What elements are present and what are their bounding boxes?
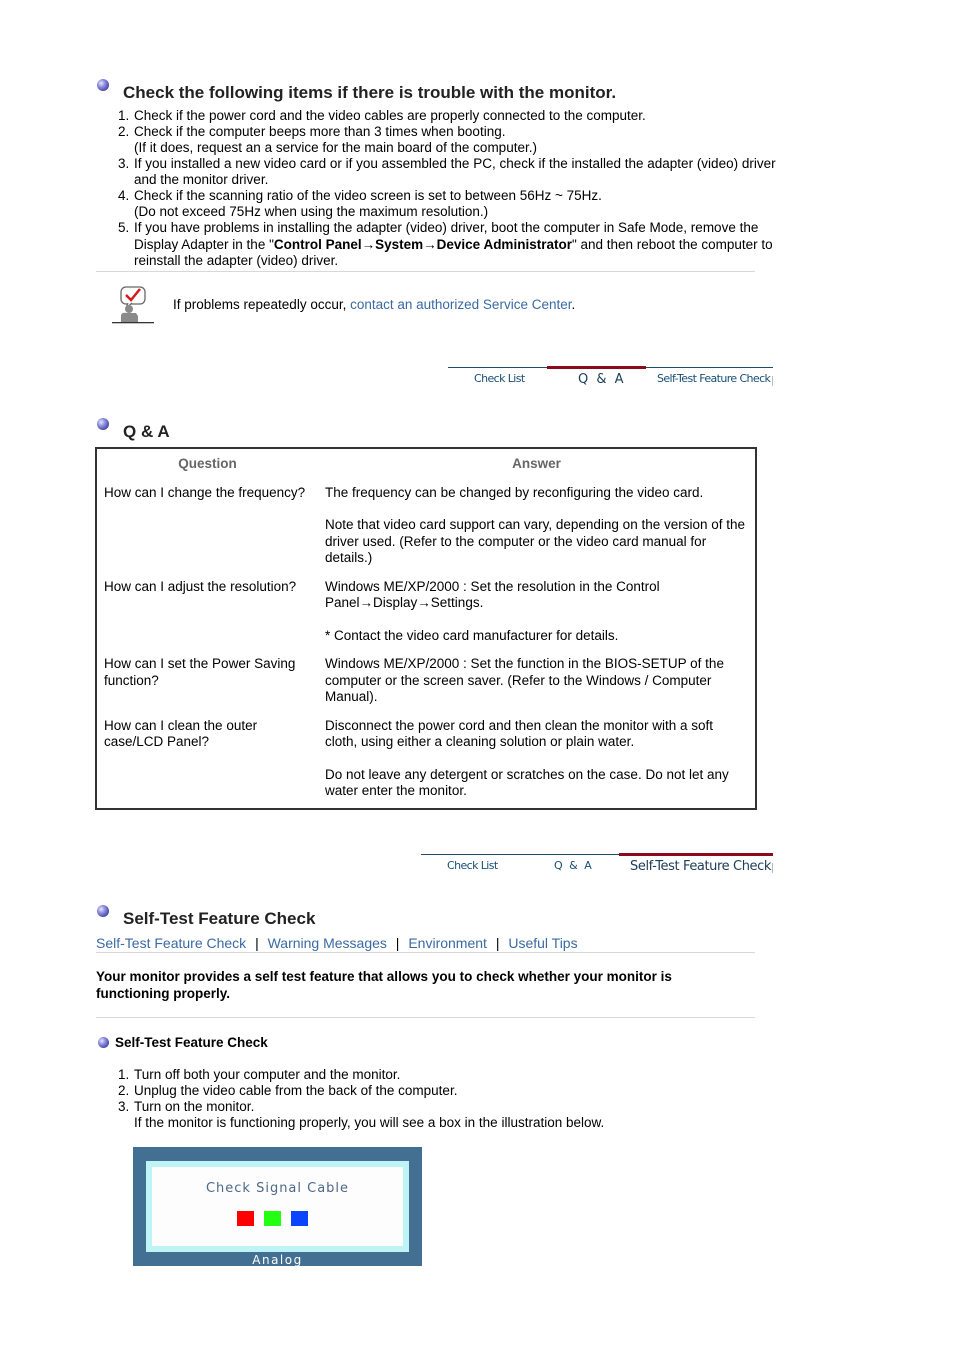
link-warning-messages[interactable]: Warning Messages	[268, 935, 387, 951]
link-separator: |	[495, 935, 500, 951]
selftest-intro: Your monitor provides a self test featur…	[96, 969, 672, 1001]
section-bullet-icon	[97, 79, 109, 91]
green-square	[264, 1211, 281, 1226]
checklist-item: If you installed a new video card or if …	[133, 156, 793, 188]
item-text: Check if the scanning ratio of the video…	[134, 188, 602, 203]
subsection-bullet-icon	[98, 1037, 109, 1048]
selftest-subtitle: Self-Test Feature Check	[115, 1035, 268, 1050]
section-bullet-icon	[97, 905, 109, 917]
service-center-link[interactable]: contact an authorized Service Center	[350, 297, 571, 312]
section-tab-bar: Check List Q & A Self-Test Feature Check	[421, 853, 773, 884]
selftest-steps: Turn off both your computer and the moni…	[96, 1067, 773, 1131]
step-item: Turn off both your computer and the moni…	[133, 1067, 773, 1083]
checklist-item: Check if the computer beeps more than 3 …	[133, 124, 793, 156]
tab-check-list[interactable]: Check List	[447, 859, 498, 872]
item-text: Check if the computer beeps more than 3 …	[134, 124, 506, 139]
question-cell: How can I set the Power Saving function?	[104, 656, 296, 688]
section-tab-bar: Check List Q & A Self-Test Feature Check	[448, 366, 773, 397]
answer-text: Disconnect the power cord and then clean…	[325, 717, 713, 750]
item-text: Check if the power cord and the video ca…	[134, 108, 646, 123]
qa-title: Q & A	[123, 422, 170, 441]
item-note: (Do not exceed 75Hz when using the maxim…	[134, 204, 489, 219]
checklist-item: Check if the power cord and the video ca…	[133, 108, 793, 124]
step-item: Turn on the monitor.If the monitor is fu…	[133, 1099, 773, 1131]
checklist-list: Check if the power cord and the video ca…	[96, 108, 793, 270]
table-row: How can I change the frequency? The freq…	[96, 478, 756, 572]
person-checkmark-icon	[110, 286, 154, 324]
table-row: How can I clean the outer case/LCD Panel…	[96, 711, 756, 809]
divider	[96, 952, 755, 953]
note-text: If problems repeatedly occur,	[173, 297, 351, 312]
monitor-screen: Check Signal Cable	[152, 1167, 403, 1246]
question-cell: How can I clean the outer case/LCD Panel…	[104, 717, 258, 750]
divider	[96, 1017, 755, 1018]
note-suffix: .	[571, 297, 576, 312]
step-text: Turn on the monitor.	[134, 1099, 255, 1114]
checklist-title: Check the following items if there is tr…	[123, 83, 617, 102]
table-row: How can I adjust the resolution? Windows…	[96, 572, 756, 650]
answer-cell: Disconnect the power cord and then clean…	[318, 711, 756, 809]
tab-separator	[772, 863, 773, 873]
answer-text: Windows ME/XP/2000 : Set the function in…	[325, 656, 724, 704]
blue-square	[291, 1211, 308, 1226]
tab-q-and-a[interactable]: Q & A	[578, 372, 626, 387]
step-text: Turn off both your computer and the moni…	[134, 1067, 401, 1082]
active-tab-indicator	[547, 366, 646, 369]
step-note: If the monitor is functioning properly, …	[134, 1115, 605, 1130]
section-bullet-icon	[97, 418, 109, 430]
question-cell: How can I change the frequency?	[104, 484, 306, 500]
qa-header-row: Question Answer	[96, 448, 756, 478]
tab-check-list[interactable]: Check List	[474, 372, 525, 385]
item-path: Control Panel→System→Device Administrato…	[273, 236, 572, 252]
qa-table: Question Answer How can I change the fre…	[95, 447, 757, 810]
answer-cell: Windows ME/XP/2000 : Set the resolution …	[318, 572, 756, 650]
answer-cell: Windows ME/XP/2000 : Set the function in…	[318, 649, 756, 711]
input-mode-label: Analog	[252, 1253, 303, 1267]
link-environment[interactable]: Environment	[408, 935, 487, 951]
red-square	[237, 1211, 254, 1226]
link-separator: |	[255, 935, 259, 951]
self-test-illustration: Check Signal Cable Analog	[133, 1147, 422, 1267]
signal-message: Check Signal Cable	[205, 1181, 350, 1196]
link-separator: |	[395, 935, 400, 951]
answer-header: Answer	[512, 456, 561, 471]
answer-text: Note that video card support can vary, d…	[325, 517, 746, 565]
answer-text: Do not leave any detergent or scratches …	[325, 766, 729, 799]
selftest-title: Self-Test Feature Check	[123, 909, 316, 928]
selftest-link-nav: Self-Test Feature Check | Warning Messag…	[96, 935, 578, 951]
link-self-test[interactable]: Self-Test Feature Check	[96, 935, 246, 951]
table-row: How can I set the Power Saving function?…	[96, 649, 756, 711]
checklist-item: If you have problems in installing the a…	[133, 220, 793, 270]
question-header: Question	[178, 456, 237, 471]
step-text: Unplug the video cable from the back of …	[134, 1083, 458, 1098]
question-cell: How can I adjust the resolution?	[104, 578, 297, 594]
tab-separator	[772, 376, 773, 386]
tab-self-test[interactable]: Self-Test Feature Check	[630, 859, 771, 874]
answer-text: Windows ME/XP/2000 : Set the resolution …	[325, 578, 660, 611]
link-useful-tips[interactable]: Useful Tips	[508, 935, 577, 951]
step-item: Unplug the video cable from the back of …	[133, 1083, 773, 1099]
monitor-bezel: Check Signal Cable	[146, 1161, 409, 1252]
checklist-item: Check if the scanning ratio of the video…	[133, 188, 793, 220]
divider	[96, 271, 755, 272]
item-note: (If it does, request an a service for th…	[134, 140, 537, 155]
answer-text: The frequency can be changed by reconfig…	[325, 484, 704, 500]
tab-q-and-a[interactable]: Q & A	[554, 859, 593, 872]
tab-self-test[interactable]: Self-Test Feature Check	[657, 372, 771, 385]
service-note: If problems repeatedly occur, contact an…	[173, 297, 575, 312]
active-tab-indicator	[619, 853, 773, 856]
answer-cell: The frequency can be changed by reconfig…	[318, 478, 756, 572]
answer-text: * Contact the video card manufacturer fo…	[325, 627, 619, 643]
item-text: If you installed a new video card or if …	[134, 156, 776, 187]
